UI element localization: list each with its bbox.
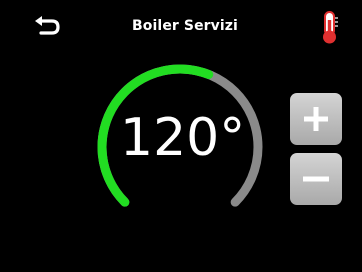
thermostat-screen: Boiler Servizi 120°: [0, 0, 362, 272]
plus-icon: [304, 107, 328, 131]
increase-button[interactable]: [290, 93, 342, 145]
setpoint-value: 120°: [120, 108, 246, 168]
return-arrow-icon: [35, 16, 60, 35]
thermometer-status: [320, 10, 340, 46]
page-title: Boiler Servizi: [132, 18, 238, 34]
thermometer-icon: [323, 11, 338, 44]
decrease-button[interactable]: [290, 153, 342, 205]
minus-icon: [303, 176, 329, 182]
back-button[interactable]: [32, 14, 62, 40]
